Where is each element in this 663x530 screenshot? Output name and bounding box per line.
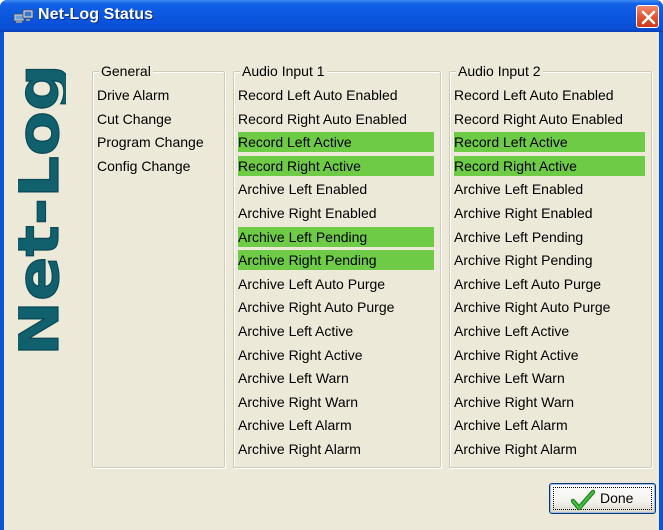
audio-input-2-group: Audio Input 2 Record Left Auto Enabled Re… (449, 63, 652, 468)
audio1-status-item: Archive Left Auto Purge (238, 275, 386, 292)
general-status-item: Cut Change (97, 110, 172, 127)
audio1-status-item: Archive Right Active (238, 346, 363, 363)
audio1-status-item: Record Left Auto Enabled (238, 87, 398, 103)
audio2-status-item: Archive Right Warn (454, 393, 575, 410)
audio2-status-item: Archive Right Alarm (454, 441, 577, 457)
general-group-title: General (99, 63, 153, 79)
audio1-status-item: Archive Right Enabled (238, 205, 377, 221)
audio2-status-item: Record Right Auto Enabled (454, 110, 623, 127)
audio1-status-item: Archive Right Warn (238, 393, 359, 410)
audio-input-2-title: Audio Input 2 (456, 63, 543, 79)
audio2-status-item: Archive Left Active (454, 323, 570, 339)
audio1-status-item: Archive Left Active (238, 323, 354, 339)
audio-input-1-title: Audio Input 1 (240, 63, 327, 79)
audio1-status-item: Archive Right Alarm (238, 441, 361, 457)
done-button[interactable]: Done (549, 483, 656, 514)
audio1-status-item: Archive Left Pending (238, 226, 434, 247)
audio1-status-item: Archive Left Warn (238, 370, 349, 387)
general-status-item: Drive Alarm (97, 87, 170, 103)
title-bar[interactable]: Net-Log Status (0, 0, 663, 32)
audio1-status-item: Record Left Active (238, 132, 434, 153)
audio1-status-item: Archive Left Alarm (238, 417, 352, 434)
audio-input-1-group: Audio Input 1 Record Left Auto Enabled Re… (233, 63, 441, 468)
audio2-status-item: Record Right Active (454, 155, 645, 176)
audio1-status-item: Archive Left Enabled (238, 181, 368, 198)
audio2-status-item: Archive Left Auto Purge (454, 275, 602, 292)
audio2-status-item: Archive Right Enabled (454, 205, 593, 221)
audio2-status-item: Archive Right Active (454, 346, 579, 363)
audio2-status-item: Record Left Active (454, 132, 645, 153)
done-button-label: Done (600, 490, 634, 506)
audio1-status-item: Archive Right Pending (238, 250, 434, 271)
audio2-status-item: Record Left Auto Enabled (454, 87, 614, 103)
audio2-status-item: Archive Left Alarm (454, 417, 568, 434)
audio2-status-item: Archive Right Pending (454, 252, 593, 269)
dialog-body: Net-Log General Drive Alarm Cut Change Pro… (3, 32, 659, 530)
checkmark-icon (571, 489, 595, 511)
audio1-status-item: Record Right Active (238, 155, 434, 176)
net-log-logo: Net-Log (3, 58, 72, 358)
network-computer-icon (13, 8, 35, 24)
audio2-status-item: Archive Right Auto Purge (454, 299, 611, 316)
audio1-status-item: Record Right Auto Enabled (238, 110, 407, 127)
general-status-item: Config Change (97, 157, 191, 174)
close-button[interactable] (636, 5, 659, 28)
net-log-status-window: Net-Log Status Net-Log General Drive Ala… (0, 0, 663, 530)
window-title: Net-Log Status (38, 6, 154, 23)
general-group: General Drive Alarm Cut Change Program Cha… (92, 63, 225, 468)
audio1-status-item: Archive Right Auto Purge (238, 299, 395, 316)
logo-text: Net-Log (18, 64, 66, 356)
audio2-status-item: Archive Left Warn (454, 370, 565, 387)
audio2-status-item: Archive Left Enabled (454, 181, 584, 198)
audio2-status-item: Archive Left Pending (454, 228, 584, 245)
general-status-item: Program Change (97, 134, 204, 151)
close-icon (641, 10, 656, 25)
